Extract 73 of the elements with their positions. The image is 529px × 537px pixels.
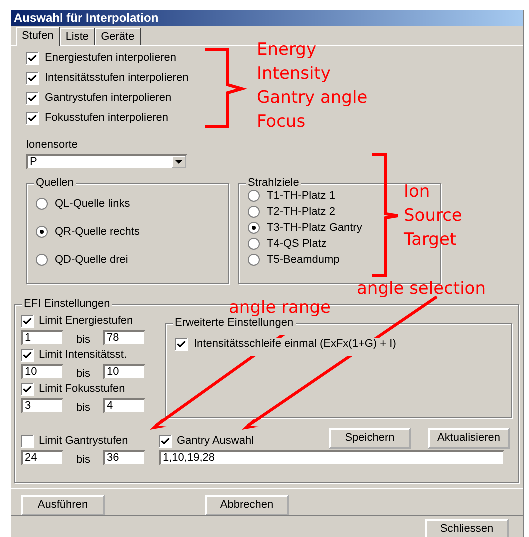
action-button[interactable]: Abbrechen	[205, 494, 289, 516]
range-separator: bis	[75, 366, 92, 380]
radio-label: T4-QS Platz	[267, 238, 327, 250]
checkbox[interactable]	[26, 52, 39, 65]
radio-label: T2-TH-Platz 2	[267, 206, 336, 218]
annotation-text: Source	[404, 205, 462, 228]
radio-button[interactable]	[36, 198, 48, 210]
annotation-text: angle selection	[357, 278, 486, 301]
checkbox[interactable]	[175, 338, 188, 351]
checkbox[interactable]	[159, 434, 172, 448]
action-button[interactable]: Ausführen	[21, 494, 105, 516]
input-field[interactable]: 10	[21, 364, 64, 380]
radio-button[interactable]	[248, 254, 260, 266]
ion-dropdown[interactable]: P	[26, 154, 188, 170]
checkbox-label: Limit Fokusstufen	[39, 383, 126, 396]
checkbox-label: Limit Gantrystufen	[39, 435, 128, 448]
checkbox-label: Gantry Auswahl	[177, 435, 254, 448]
checkbox-label: Limit Intensitätsst.	[39, 349, 128, 362]
checkbox[interactable]	[26, 92, 39, 105]
input-field[interactable]: 10	[103, 364, 146, 380]
annotation-text: Focus	[257, 111, 307, 134]
group-title: Erweiterte Einstellungen	[173, 316, 296, 329]
annotation-text: Intensity	[257, 63, 332, 86]
close-button[interactable]: Schliessen	[425, 518, 509, 537]
range-separator: bis	[75, 452, 92, 466]
checkbox[interactable]	[26, 72, 39, 85]
radio-button[interactable]	[36, 226, 48, 238]
group-title: Strahlziele	[246, 176, 302, 189]
radio-button[interactable]	[36, 254, 48, 266]
checkbox-label: Limit Energiestufen	[39, 315, 134, 328]
input-field[interactable]: 4	[103, 398, 146, 414]
group-title: Quellen	[34, 176, 76, 189]
input-field[interactable]: 1,10,19,28	[159, 450, 505, 466]
input-field[interactable]: 36	[103, 450, 146, 466]
group-title: EFI Einstellungen	[22, 298, 112, 310]
annotation-text: Gantry angle	[257, 87, 368, 110]
radio-button[interactable]	[248, 206, 260, 218]
tab[interactable]: Geräte	[95, 28, 141, 45]
checkbox[interactable]	[21, 382, 34, 396]
checkbox[interactable]	[21, 434, 34, 448]
annotation-text: Target	[404, 229, 458, 252]
radio-button[interactable]	[248, 238, 260, 250]
tab[interactable]: Liste	[60, 28, 96, 45]
input-field[interactable]: 78	[103, 330, 146, 346]
radio-label: T3-TH-Platz Gantry	[267, 222, 362, 234]
action-button[interactable]: Speichern	[329, 428, 411, 449]
range-separator: bis	[75, 332, 92, 346]
checkbox-label: Intensitätsschleife einmal (ExFx(1+G) + I)	[194, 338, 396, 350]
checkbox-label: Energiestufen interpolieren	[45, 52, 176, 64]
checkbox-label: Fokusstufen interpolieren	[45, 112, 169, 124]
tab[interactable]: Stufen	[16, 26, 60, 46]
range-separator: bis	[75, 400, 92, 414]
checkbox[interactable]	[26, 112, 39, 125]
checkbox[interactable]	[21, 314, 34, 328]
window-title: Auswahl für Interpolation	[14, 10, 159, 25]
annotation-text: Energy	[257, 39, 318, 62]
field-label: Ionensorte	[26, 138, 79, 151]
checkbox[interactable]	[21, 348, 34, 362]
radio-label: T5-Beamdump	[267, 254, 340, 266]
radio-button[interactable]	[248, 190, 260, 202]
input-field[interactable]: 3	[21, 398, 64, 414]
radio-label: QL-Quelle links	[55, 198, 130, 210]
input-field[interactable]: 1	[21, 330, 64, 346]
radio-label: T1-TH-Platz 1	[267, 190, 336, 202]
radio-label: QR-Quelle rechts	[55, 226, 140, 238]
checkbox-label: Gantrystufen interpolieren	[45, 92, 172, 104]
radio-label: QD-Quelle drei	[55, 254, 128, 266]
annotation-text: Ion	[404, 181, 432, 204]
radio-button[interactable]	[248, 222, 260, 234]
annotation-text: angle range	[229, 297, 331, 318]
input-field[interactable]: 24	[21, 450, 64, 466]
checkbox-label: Intensitätsstufen interpolieren	[45, 72, 189, 84]
action-button[interactable]: Aktualisieren	[428, 428, 510, 449]
